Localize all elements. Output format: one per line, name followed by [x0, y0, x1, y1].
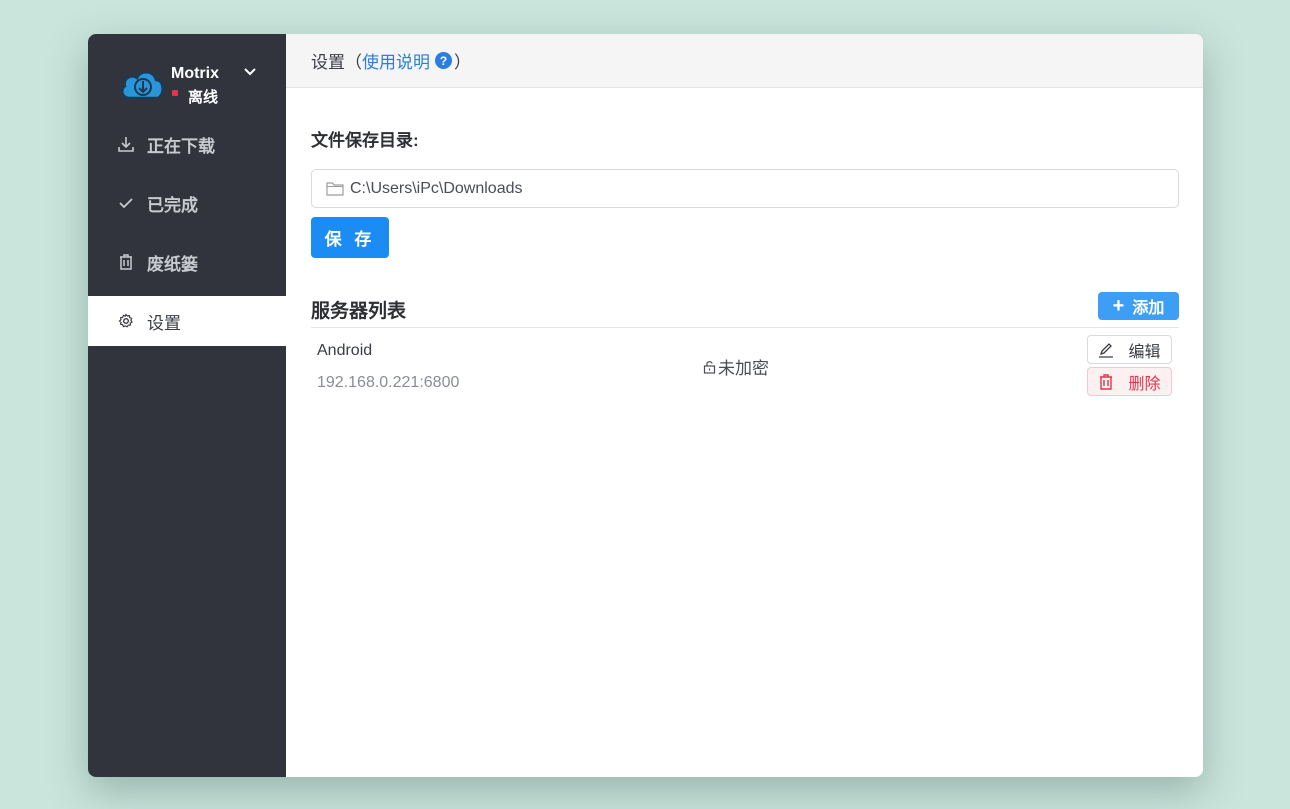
app-name: Motrix — [171, 65, 219, 82]
server-row: Android 192.168.0.221:6800 未加密 编辑 删除 — [311, 328, 1179, 398]
chevron-down-icon[interactable] — [242, 64, 258, 80]
trash-icon — [118, 254, 134, 270]
server-address: 192.168.0.221:6800 — [317, 374, 460, 391]
sidebar-item-label: 设置 — [147, 313, 181, 333]
download-dir-field[interactable] — [311, 169, 1179, 208]
main-panel: 设置（ 使用说明 ? ） 文件保存目录: 保 存 服务器列表 + 添加 — [286, 34, 1203, 777]
help-link[interactable]: 使用说明 — [362, 48, 430, 73]
delete-server-button[interactable]: 删除 — [1087, 367, 1172, 396]
download-dir-input[interactable] — [350, 179, 1150, 198]
server-name: Android — [317, 342, 373, 359]
title-close-paren: ） — [454, 53, 471, 72]
status-dot — [172, 90, 178, 96]
page-title: 设置（ — [311, 53, 362, 72]
sidebar-item-downloading[interactable]: 正在下载 — [88, 119, 286, 169]
connection-status: 离线 — [188, 89, 219, 106]
download-icon — [118, 136, 134, 152]
gear-icon — [118, 313, 134, 329]
sidebar: Motrix 离线 正在下载 已完成 废纸篓 设置 — [88, 34, 286, 777]
server-list-header: 服务器列表 + 添加 — [311, 292, 1179, 328]
edit-label: 编辑 — [1128, 343, 1161, 361]
brand-header[interactable]: Motrix 离线 — [88, 34, 286, 126]
sidebar-item-settings[interactable]: 设置 — [88, 296, 286, 346]
download-dir-label: 文件保存目录: — [311, 131, 419, 150]
add-server-label: 添加 — [1132, 300, 1165, 317]
settings-content: 文件保存目录: 保 存 服务器列表 + 添加 Android 192.168.0… — [286, 126, 1203, 398]
page-header: 设置（ 使用说明 ? ） — [286, 34, 1203, 88]
app-window: Motrix 离线 正在下载 已完成 废纸篓 设置 设置（ 使用说明 ? ） 文… — [88, 34, 1203, 777]
edit-server-button[interactable]: 编辑 — [1087, 335, 1172, 364]
sidebar-item-label: 废纸篓 — [147, 254, 198, 274]
check-icon — [118, 195, 134, 211]
trash-icon — [1100, 373, 1113, 390]
add-server-button[interactable]: + 添加 — [1098, 292, 1179, 320]
unlock-icon — [703, 360, 716, 374]
server-list-title: 服务器列表 — [311, 301, 407, 322]
delete-label: 删除 — [1128, 375, 1161, 393]
folder-icon — [326, 182, 344, 196]
sidebar-item-label: 正在下载 — [147, 136, 215, 156]
question-icon[interactable]: ? — [435, 52, 452, 69]
pencil-icon — [1099, 342, 1114, 358]
sidebar-item-completed[interactable]: 已完成 — [88, 178, 286, 228]
save-button[interactable]: 保 存 — [311, 217, 389, 258]
motrix-logo-icon — [121, 71, 164, 100]
sidebar-item-trash[interactable]: 废纸篓 — [88, 237, 286, 287]
encryption-status: 未加密 — [703, 354, 769, 379]
sidebar-item-label: 已完成 — [147, 195, 198, 215]
encryption-label: 未加密 — [718, 359, 769, 378]
plus-icon: + — [1112, 294, 1125, 317]
